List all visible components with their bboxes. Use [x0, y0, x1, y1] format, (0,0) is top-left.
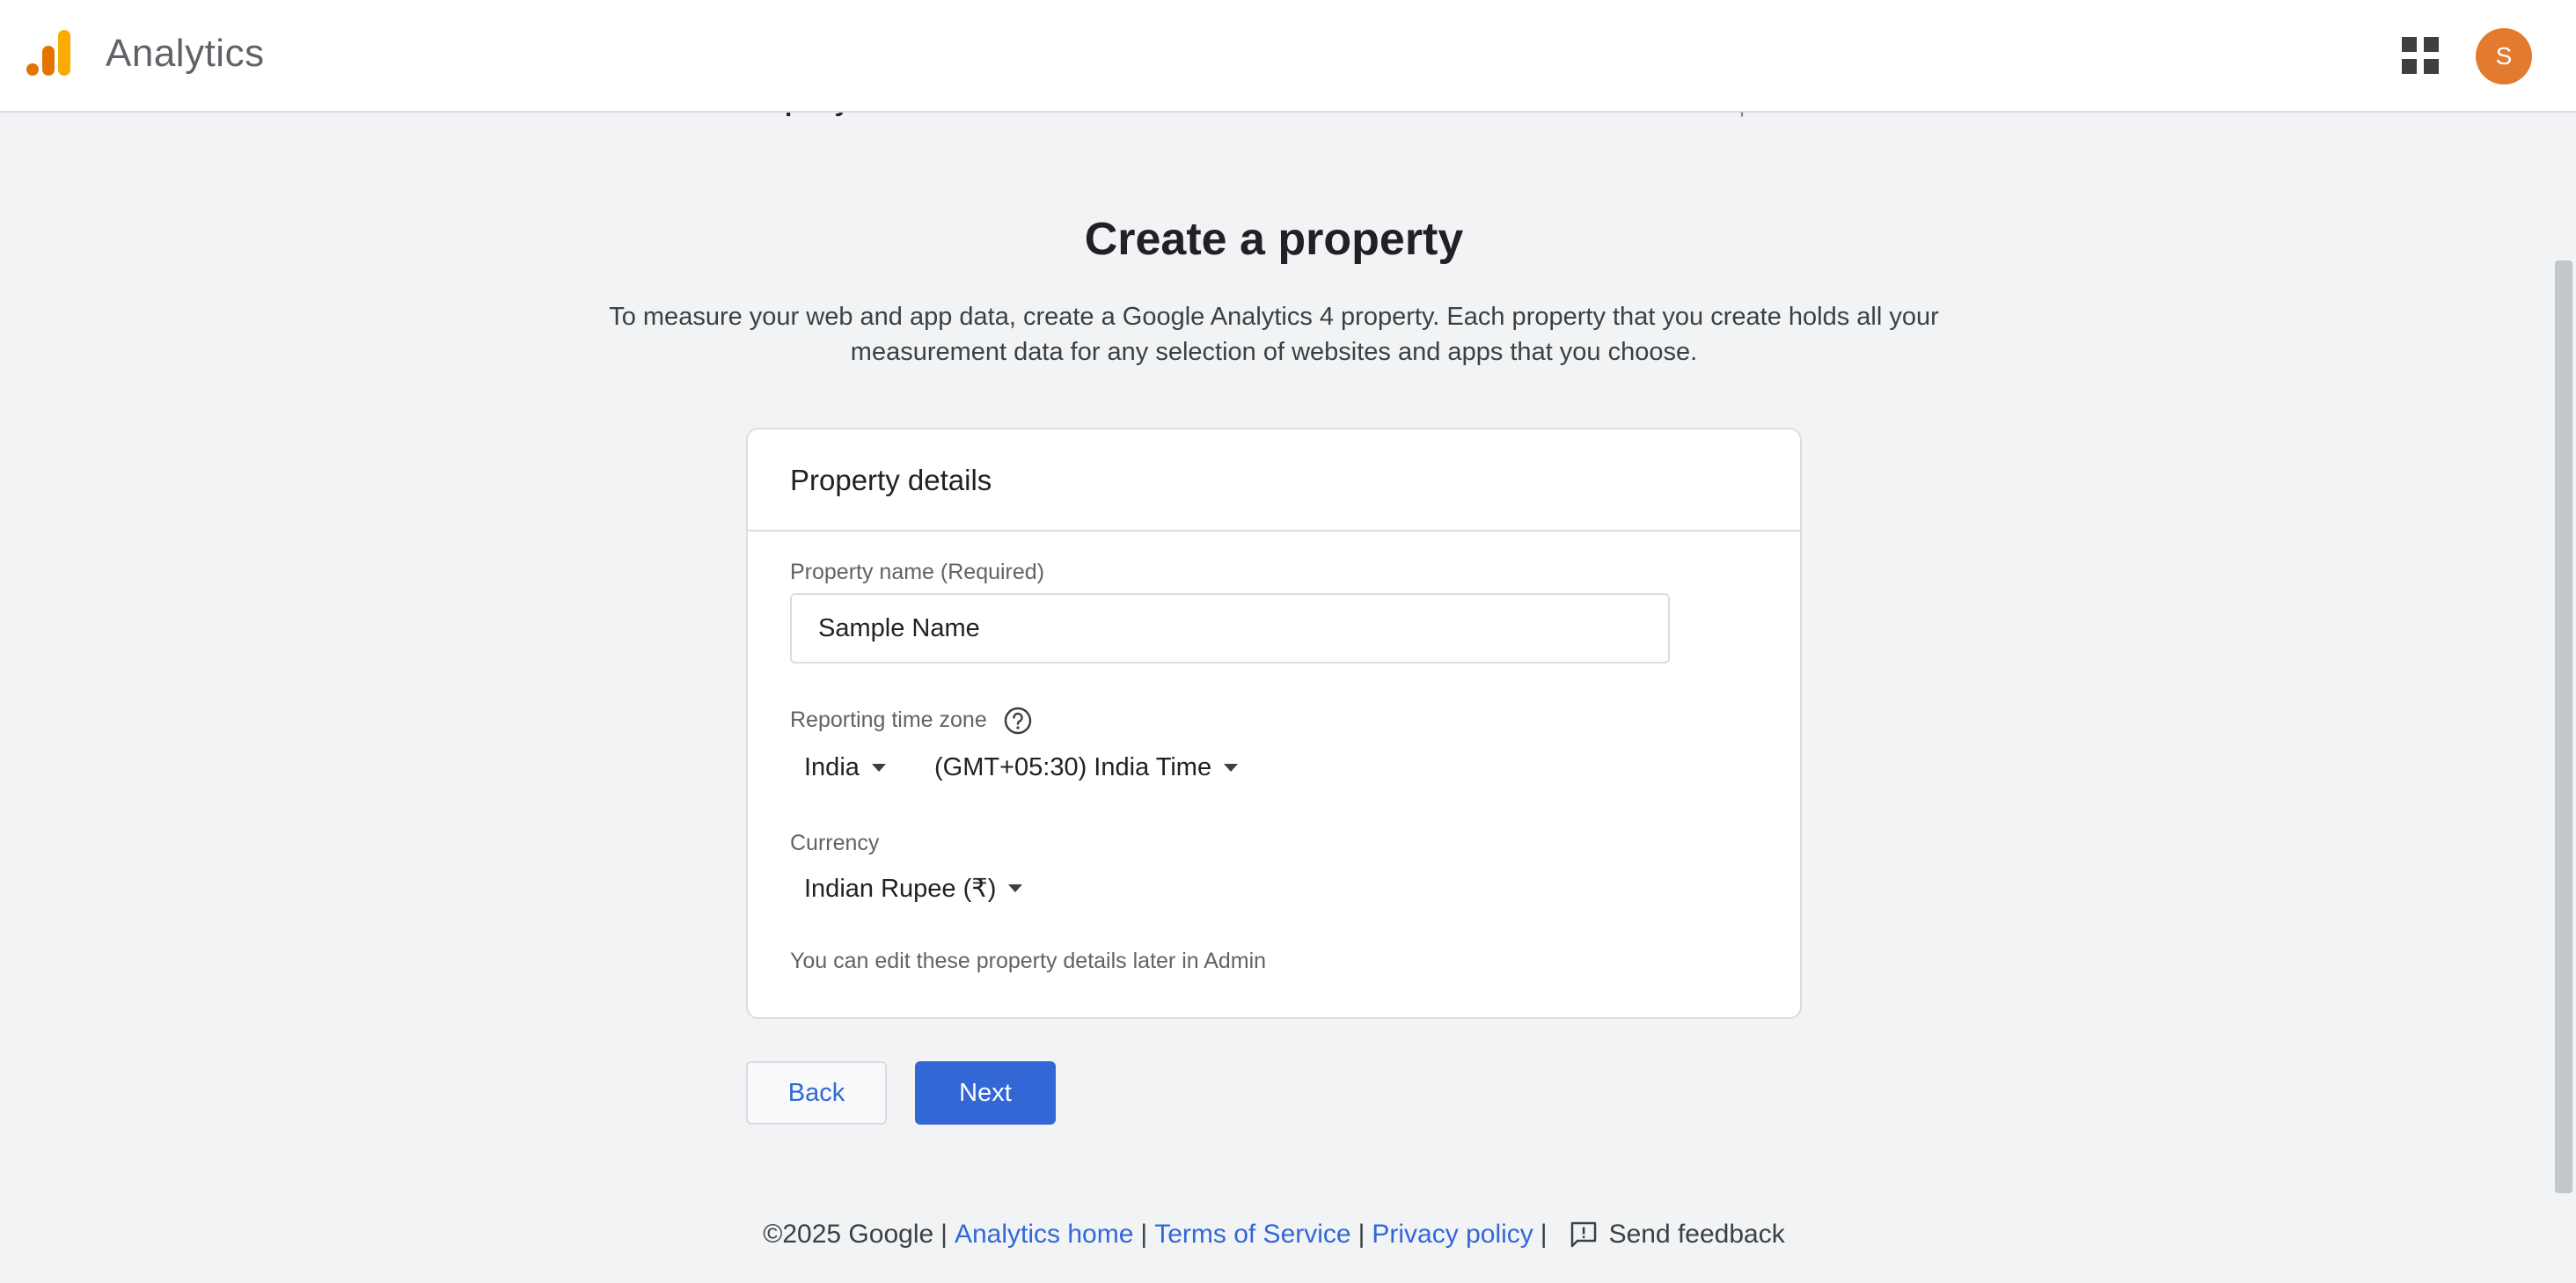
back-button[interactable]: Back [746, 1061, 887, 1125]
copyright: ©2025 Google [763, 1220, 934, 1249]
help-icon[interactable] [1003, 706, 1033, 736]
footer-separator: | [1540, 1220, 1548, 1249]
account-avatar[interactable]: S [2476, 28, 2532, 84]
caret-down-icon [1008, 884, 1023, 892]
send-feedback-button[interactable]: Send feedback [1569, 1220, 1785, 1250]
scrollbar-thumb[interactable] [2555, 260, 2572, 1193]
footer: ©2025 Google | Analytics home | Terms of… [0, 1220, 2548, 1250]
property-name-input[interactable] [790, 593, 1670, 663]
footer-separator: | [1140, 1220, 1148, 1249]
timezone-value: (GMT+05:30) India Time [934, 753, 1212, 781]
caret-down-icon [1224, 764, 1239, 772]
edit-later-hint: You can edit these property details late… [790, 949, 1267, 973]
currency-dropdown[interactable]: Indian Rupee (₹) [804, 873, 1023, 904]
top-app-bar: Analytics S [0, 0, 2576, 113]
analytics-home-link[interactable]: Analytics home [955, 1220, 1133, 1250]
app-title: Analytics [106, 32, 265, 75]
send-feedback-label: Send feedback [1608, 1220, 1785, 1249]
page-title: Create a property [1084, 214, 1464, 265]
terms-of-service-link[interactable]: Terms of Service [1154, 1220, 1350, 1250]
timezone-country-value: India [804, 753, 860, 781]
currency-label: Currency [790, 831, 880, 855]
apps-grid-icon[interactable] [2400, 35, 2441, 76]
footer-separator: | [940, 1220, 948, 1249]
next-button[interactable]: Next [915, 1061, 1056, 1125]
timezone-country-dropdown[interactable]: India [804, 753, 886, 782]
property-details-card: Property details Property name (Required… [746, 428, 1802, 1019]
timezone-label: Reporting time zone [790, 707, 987, 732]
currency-value: Indian Rupee (₹) [804, 875, 997, 903]
page-description: To measure your web and app data, create… [609, 303, 1939, 366]
feedback-icon [1570, 1221, 1596, 1248]
caret-down-icon [871, 764, 886, 772]
footer-separator: | [1358, 1220, 1365, 1249]
property-name-label: Property name (Required) [790, 560, 1045, 584]
analytics-logo-icon[interactable] [26, 26, 76, 79]
privacy-policy-link[interactable]: Privacy policy [1372, 1220, 1533, 1250]
card-title: Property details [748, 429, 1800, 532]
timezone-dropdown[interactable]: (GMT+05:30) India Time [934, 753, 1239, 782]
